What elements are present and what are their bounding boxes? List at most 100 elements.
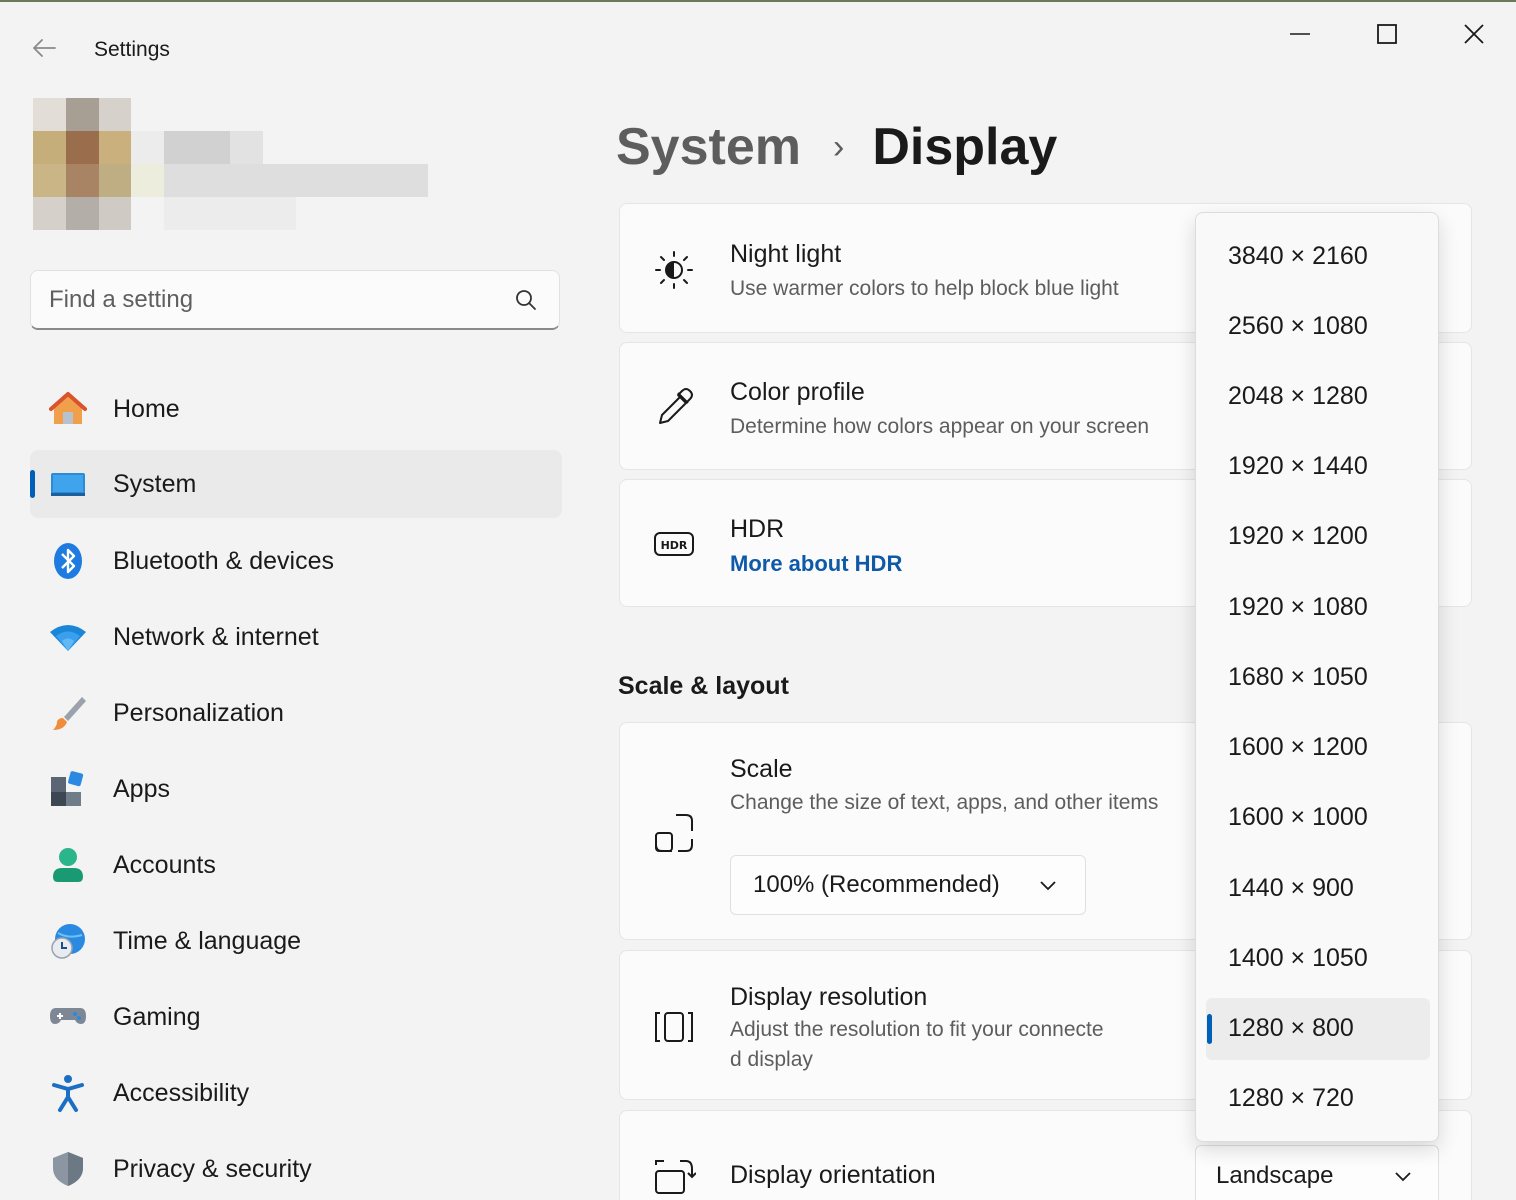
scale-icon	[655, 814, 693, 852]
resolution-option[interactable]: 1280 × 720	[1206, 1068, 1430, 1130]
sidebar-item-network[interactable]: Network & internet	[30, 603, 562, 671]
orientation-dropdown[interactable]: Landscape	[1195, 1145, 1439, 1200]
resolution-option-label: 1600 × 1000	[1228, 803, 1368, 831]
minimize-button[interactable]	[1270, 12, 1330, 56]
sidebar-item-label: Network & internet	[113, 623, 319, 651]
maximize-icon	[1377, 24, 1397, 44]
bluetooth-icon	[54, 543, 82, 579]
resolution-option[interactable]: 1920 × 1080	[1206, 577, 1430, 639]
sidebar-item-accessibility[interactable]: Accessibility	[30, 1059, 562, 1127]
breadcrumb-separator: ›	[833, 127, 845, 166]
resolution-option-label: 1400 × 1050	[1228, 944, 1368, 972]
sidebar-item-label: Apps	[113, 775, 170, 803]
resolution-option-selected[interactable]: 1280 × 800	[1206, 998, 1430, 1060]
resolution-option[interactable]: 1680 × 1050	[1206, 647, 1430, 709]
card-subtitle-line-2: d display	[730, 1048, 813, 1071]
card-subtitle-line-1: Adjust the resolution to fit your connec…	[730, 1018, 1104, 1041]
breadcrumb: System › Display	[616, 112, 1057, 182]
card-subtitle: Change the size of text, apps, and other…	[730, 791, 1159, 814]
gamepad-icon	[50, 1008, 86, 1024]
card-title: Display orientation	[730, 1161, 936, 1189]
resolution-option-label: 2048 × 1280	[1228, 382, 1368, 410]
sidebar-item-privacy[interactable]: Privacy & security	[30, 1135, 562, 1200]
back-button[interactable]	[26, 32, 62, 64]
resolution-option[interactable]: 1920 × 1200	[1206, 506, 1430, 568]
home-icon	[49, 392, 87, 424]
card-subtitle: Determine how colors appear on your scre…	[730, 415, 1150, 438]
sidebar-item-label: Gaming	[113, 1003, 201, 1031]
search-icon[interactable]	[515, 289, 537, 311]
card-title: Scale	[730, 755, 793, 783]
orientation-dropdown-value: Landscape	[1216, 1162, 1334, 1189]
resolution-option[interactable]: 1920 × 1440	[1206, 436, 1430, 498]
orientation-icon	[655, 1160, 696, 1194]
sidebar-item-label: Time & language	[113, 927, 302, 955]
page-title: Display	[872, 118, 1058, 176]
sidebar-item-label: Personalization	[113, 699, 284, 727]
resolution-icon	[655, 1012, 693, 1042]
resolution-option-label: 1920 × 1200	[1228, 522, 1368, 550]
active-indicator	[30, 470, 35, 498]
resolution-option-label: 1280 × 720	[1228, 1084, 1354, 1112]
close-button[interactable]	[1444, 12, 1504, 56]
svg-text:HDR: HDR	[661, 539, 688, 552]
sidebar-item-time-language[interactable]: Time & language	[30, 907, 562, 975]
resolution-option-label: 1920 × 1080	[1228, 593, 1368, 621]
resolution-option[interactable]: 1600 × 1200	[1206, 717, 1430, 779]
card-title: Color profile	[730, 378, 865, 406]
sidebar-item-system[interactable]: System	[30, 450, 562, 518]
resolution-option-label: 2560 × 1080	[1228, 312, 1368, 340]
resolution-option[interactable]: 2560 × 1080	[1206, 296, 1430, 358]
sidebar-item-personalization[interactable]: Personalization	[30, 679, 562, 747]
search-box[interactable]	[30, 270, 560, 330]
resolution-option[interactable]: 2048 × 1280	[1206, 366, 1430, 428]
account-icon	[53, 848, 83, 882]
sidebar-item-bluetooth[interactable]: Bluetooth & devices	[30, 527, 562, 595]
chevron-down-icon	[1395, 1172, 1411, 1182]
card-title: Display resolution	[730, 983, 928, 1011]
breadcrumb-parent[interactable]: System	[616, 117, 801, 177]
scale-dropdown-value: 100% (Recommended)	[753, 871, 1000, 898]
title-bar: Settings	[0, 2, 1516, 82]
back-arrow-icon	[33, 39, 56, 57]
maximize-button[interactable]	[1357, 12, 1417, 56]
wifi-icon	[50, 625, 86, 651]
resolution-option-label: 1600 × 1200	[1228, 733, 1368, 761]
resolution-option-label: 1440 × 900	[1228, 874, 1354, 902]
sidebar-item-label: Bluetooth & devices	[113, 547, 334, 575]
scale-dropdown[interactable]: 100% (Recommended)	[730, 855, 1086, 915]
user-profile[interactable]	[0, 90, 450, 240]
sidebar-item-label: Accounts	[113, 851, 216, 879]
resolution-option[interactable]: 1600 × 1000	[1206, 787, 1430, 849]
resolution-option[interactable]: 3840 × 2160	[1206, 226, 1430, 288]
sidebar-item-label: Privacy & security	[113, 1155, 312, 1183]
search-input[interactable]	[49, 283, 509, 317]
resolution-option-label: 1280 × 800	[1228, 1014, 1354, 1042]
brush-icon	[53, 697, 86, 730]
apps-icon	[51, 771, 84, 806]
globe-clock-icon	[51, 924, 85, 959]
system-icon	[51, 473, 85, 496]
app-title: Settings	[94, 38, 170, 61]
accessibility-icon	[52, 1075, 84, 1112]
eyedropper-icon	[659, 388, 693, 424]
card-subtitle: Use warmer colors to help block blue lig…	[730, 277, 1119, 300]
section-title-scale-layout: Scale & layout	[618, 672, 789, 700]
resolution-option-label: 1920 × 1440	[1228, 452, 1368, 480]
resolution-option[interactable]: 1440 × 900	[1206, 858, 1430, 920]
sidebar-item-gaming[interactable]: Gaming	[30, 983, 562, 1051]
chevron-down-icon	[1040, 881, 1056, 891]
close-icon	[1464, 24, 1484, 44]
resolution-option[interactable]: 1400 × 1050	[1206, 928, 1430, 990]
card-title: HDR	[730, 515, 785, 543]
shield-icon	[53, 1152, 83, 1186]
resolution-option-label: 3840 × 2160	[1228, 242, 1368, 270]
sidebar-item-home[interactable]: Home	[30, 375, 562, 443]
resolution-dropdown-list: 3840 × 2160 2560 × 1080 2048 × 1280 1920…	[1195, 212, 1439, 1142]
sidebar-item-apps[interactable]: Apps	[30, 755, 562, 823]
sidebar-item-accounts[interactable]: Accounts	[30, 831, 562, 899]
sidebar-item-label: Home	[113, 395, 180, 423]
hdr-icon: HDR	[654, 532, 694, 556]
more-about-hdr-link[interactable]: More about HDR	[730, 551, 902, 577]
night-light-icon	[655, 251, 693, 289]
